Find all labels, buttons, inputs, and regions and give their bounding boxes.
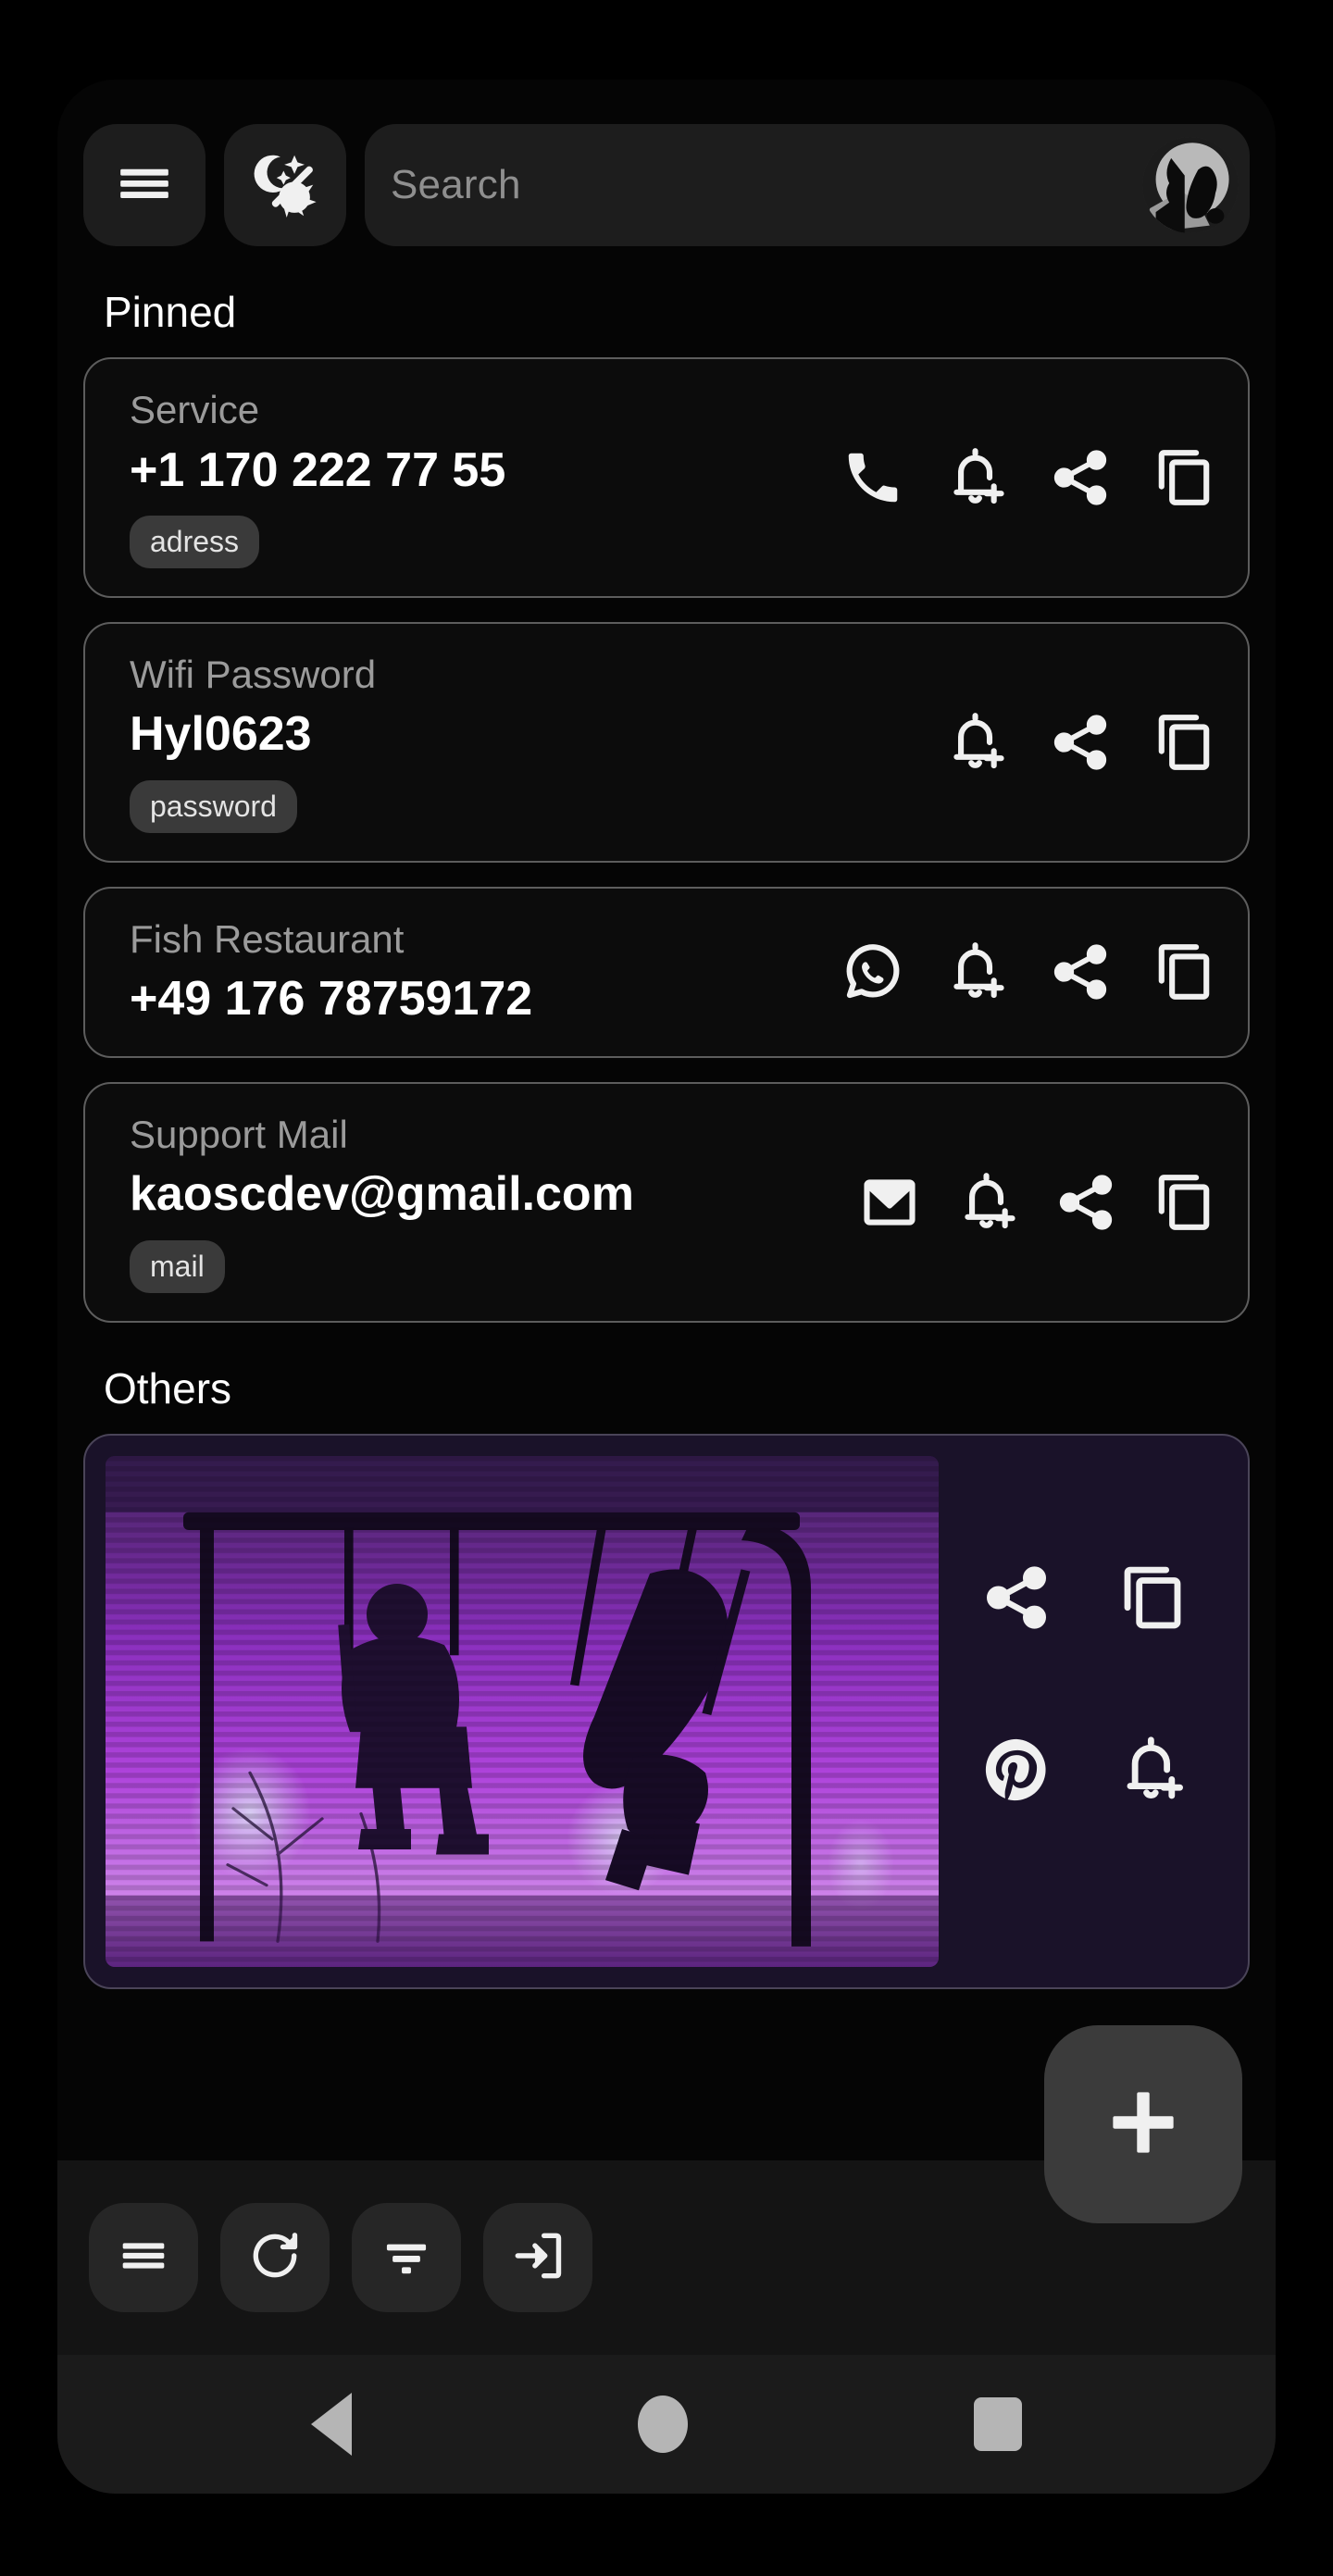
card-actions xyxy=(841,940,1216,1004)
card-chip: adress xyxy=(130,515,260,568)
share-button[interactable] xyxy=(1048,940,1113,1004)
pinterest-icon xyxy=(980,1734,1053,1806)
card-chip: password xyxy=(130,779,297,833)
mail-icon xyxy=(857,1170,922,1235)
call-button[interactable] xyxy=(841,445,905,510)
card-value: +1 170 222 77 55 xyxy=(130,442,506,497)
card-text: Service +1 170 222 77 55 adress xyxy=(130,387,818,568)
filter-icon xyxy=(378,2227,435,2289)
add-button[interactable] xyxy=(1044,2025,1242,2223)
card-value: kaoscdev@gmail.com xyxy=(130,1167,634,1222)
hamburger-menu-button[interactable] xyxy=(83,124,206,246)
share-button[interactable] xyxy=(980,1562,1053,1634)
copy-button[interactable] xyxy=(1152,445,1216,510)
card-actions xyxy=(944,710,1216,775)
card-text: Fish Restaurant +49 176 78759172 xyxy=(130,916,818,1028)
copy-icon xyxy=(1152,445,1216,510)
card-text: Support Mail kaoscdev@gmail.com mail xyxy=(130,1112,835,1293)
search-field[interactable]: Search xyxy=(365,124,1250,246)
recents-square-icon[interactable] xyxy=(973,2397,1022,2451)
pinned-card-support-mail[interactable]: Support Mail kaoscdev@gmail.com mail xyxy=(83,1081,1250,1323)
photo-thumbnail[interactable] xyxy=(106,1455,939,1967)
search-placeholder: Search xyxy=(391,162,521,207)
whatsapp-button[interactable] xyxy=(841,940,905,1004)
reminder-button[interactable] xyxy=(955,1170,1020,1235)
card-chip: mail xyxy=(130,1239,225,1293)
import-button[interactable] xyxy=(483,2203,592,2312)
pinned-card-wifi-password[interactable]: Wifi Password Hyl0623 password xyxy=(83,621,1250,863)
list-view-button[interactable] xyxy=(89,2203,198,2312)
content-scroll-area[interactable]: Pinned Service +1 170 222 77 55 adress W… xyxy=(57,246,1276,2160)
section-title-pinned: Pinned xyxy=(104,288,237,336)
card-value: Hyl0623 xyxy=(130,707,312,762)
filter-button[interactable] xyxy=(352,2203,461,2312)
copy-button[interactable] xyxy=(1152,710,1216,775)
refresh-button[interactable] xyxy=(220,2203,330,2312)
copy-icon xyxy=(1152,710,1216,775)
swings-photo xyxy=(106,1455,939,1967)
others-card-image[interactable] xyxy=(83,1433,1250,1989)
bell-plus-icon xyxy=(944,940,1009,1004)
copy-icon xyxy=(1152,940,1216,1004)
share-button[interactable] xyxy=(1053,1170,1118,1235)
bottom-toolbar xyxy=(57,2025,1276,2355)
back-triangle-icon[interactable] xyxy=(311,2393,353,2456)
card-text: Wifi Password Hyl0623 password xyxy=(130,652,922,833)
bell-plus-icon xyxy=(955,1170,1020,1235)
pinned-card-service[interactable]: Service +1 170 222 77 55 adress xyxy=(83,357,1250,598)
top-app-bar: Search xyxy=(57,80,1276,246)
pinterest-button[interactable] xyxy=(980,1734,1053,1806)
reminder-button[interactable] xyxy=(1116,1734,1189,1806)
reminder-button[interactable] xyxy=(944,940,1009,1004)
share-icon xyxy=(1048,445,1113,510)
import-icon xyxy=(509,2227,567,2289)
home-circle-icon[interactable] xyxy=(637,2396,688,2453)
card-actions xyxy=(841,445,1216,510)
share-icon xyxy=(980,1562,1053,1634)
copy-icon xyxy=(1116,1562,1189,1634)
phone-icon xyxy=(841,445,905,510)
card-actions xyxy=(857,1170,1216,1235)
image-card-actions xyxy=(939,1456,1239,1967)
copy-button[interactable] xyxy=(1152,940,1216,1004)
share-button[interactable] xyxy=(1048,710,1113,775)
share-icon xyxy=(1048,940,1113,1004)
share-icon xyxy=(1053,1170,1118,1235)
pinned-card-fish-restaurant[interactable]: Fish Restaurant +49 176 78759172 xyxy=(83,886,1250,1058)
bell-plus-icon xyxy=(944,445,1009,510)
android-navigation-bar xyxy=(57,2355,1276,2494)
hamburger-menu-icon xyxy=(109,148,180,223)
card-label: Wifi Password xyxy=(130,652,377,696)
card-label: Fish Restaurant xyxy=(130,916,405,961)
mail-button[interactable] xyxy=(857,1170,922,1235)
bell-plus-icon xyxy=(944,710,1009,775)
card-label: Service xyxy=(130,388,260,431)
copy-button[interactable] xyxy=(1152,1170,1216,1235)
copy-icon xyxy=(1152,1170,1216,1235)
card-value: +49 176 78759172 xyxy=(130,972,533,1027)
theme-toggle-button[interactable] xyxy=(224,124,346,246)
share-icon xyxy=(1048,710,1113,775)
card-label: Support Mail xyxy=(130,1112,348,1156)
bell-plus-icon xyxy=(1116,1734,1189,1806)
list-menu-icon xyxy=(115,2227,172,2289)
phone-frame: Search Pinned Service +1 170 222 77 55 a… xyxy=(20,37,1313,2536)
night-mode-off-icon xyxy=(246,144,324,227)
reminder-button[interactable] xyxy=(944,710,1009,775)
copy-button[interactable] xyxy=(1116,1562,1189,1634)
phone-screen: Search Pinned Service +1 170 222 77 55 a… xyxy=(57,80,1276,2494)
share-button[interactable] xyxy=(1048,445,1113,510)
avatar[interactable] xyxy=(1142,137,1239,233)
whatsapp-icon xyxy=(841,940,905,1004)
refresh-icon xyxy=(246,2227,304,2289)
section-title-others: Others xyxy=(104,1363,232,1412)
reminder-button[interactable] xyxy=(944,445,1009,510)
plus-icon xyxy=(1099,2078,1188,2172)
